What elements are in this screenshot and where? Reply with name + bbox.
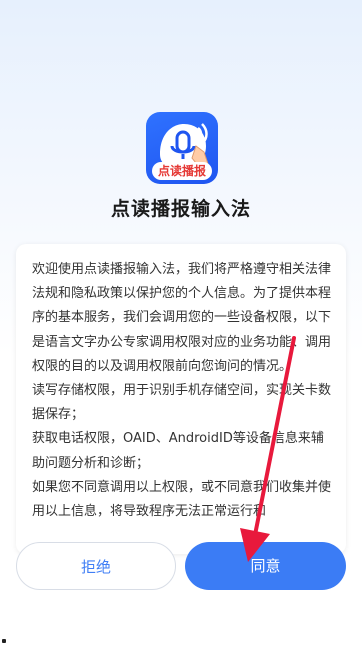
- app-icon-label: 点读播报: [152, 162, 212, 180]
- agree-button[interactable]: 同意: [185, 542, 346, 590]
- policy-paragraph: 如果您不同意调用以上权限，或不同意我们收集并使用以上信息，将导致程序无法正常运行…: [32, 479, 332, 520]
- policy-paragraph: 读写存储权限，用于识别手机存储空间，实现关卡数据保存；: [32, 383, 332, 423]
- privacy-policy-text: 欢迎使用点读播报输入法，我们将严格遵守相关法律法规和隐私政策以保护您的个人信息。…: [32, 258, 332, 524]
- app-icon: 点读播报: [146, 112, 218, 184]
- reject-button[interactable]: 拒绝: [16, 542, 176, 590]
- privacy-policy-card[interactable]: 欢迎使用点读播报输入法，我们将严格遵守相关法律法规和隐私政策以保护您的个人信息。…: [16, 244, 346, 554]
- policy-paragraph: 获取电话权限，OAID、AndroidID等设备信息来辅助问题分析和诊断；: [32, 431, 324, 471]
- app-title: 点读播报输入法: [110, 198, 251, 220]
- policy-paragraph: 欢迎使用点读播报输入法，我们将严格遵守相关法律法规和隐私政策以保护您的个人信息。…: [32, 262, 332, 374]
- corner-mark: [2, 639, 6, 643]
